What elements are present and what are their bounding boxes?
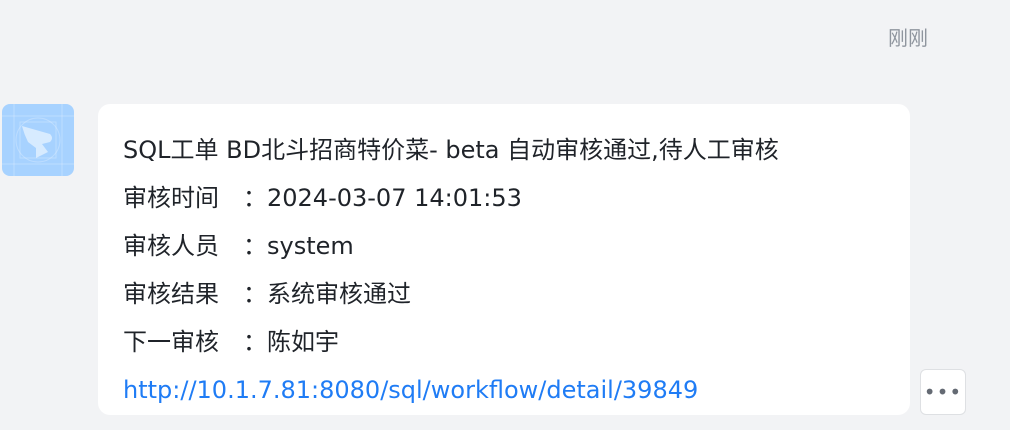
field-value: ：system [243, 232, 354, 260]
message-title: SQL工单 BD北斗招商特价菜- beta 自动审核通过,待人工审核 [123, 136, 779, 164]
field-label: 下一审核 [123, 328, 219, 356]
link-line: http://10.1.7.81:8080/sql/workflow/detai… [123, 366, 910, 414]
more-actions-button[interactable]: ••• [920, 369, 966, 415]
message-timestamp: 刚刚 [888, 26, 928, 50]
field-value: ：陈如宇 [243, 328, 339, 356]
field-audit-result: 审核结果 ：系统审核通过 [123, 270, 910, 318]
field-label: 审核人员 [123, 232, 219, 260]
bot-avatar[interactable] [2, 104, 74, 176]
field-label: 审核时间 [123, 184, 219, 212]
field-next-auditor: 下一审核 ：陈如宇 [123, 318, 910, 366]
field-value: ：系统审核通过 [243, 280, 411, 308]
more-horizontal-icon: ••• [923, 380, 963, 404]
field-audit-time: 审核时间 ：2024-03-07 14:01:53 [123, 174, 910, 222]
workflow-detail-link[interactable]: http://10.1.7.81:8080/sql/workflow/detai… [123, 376, 698, 404]
field-value: ：2024-03-07 14:01:53 [243, 184, 522, 212]
bot-logo-icon [2, 104, 74, 176]
message-bubble: SQL工单 BD北斗招商特价菜- beta 自动审核通过,待人工审核 审核时间 ：… [98, 104, 910, 415]
field-auditor: 审核人员 ：system [123, 222, 910, 270]
field-label: 审核结果 [123, 280, 219, 308]
